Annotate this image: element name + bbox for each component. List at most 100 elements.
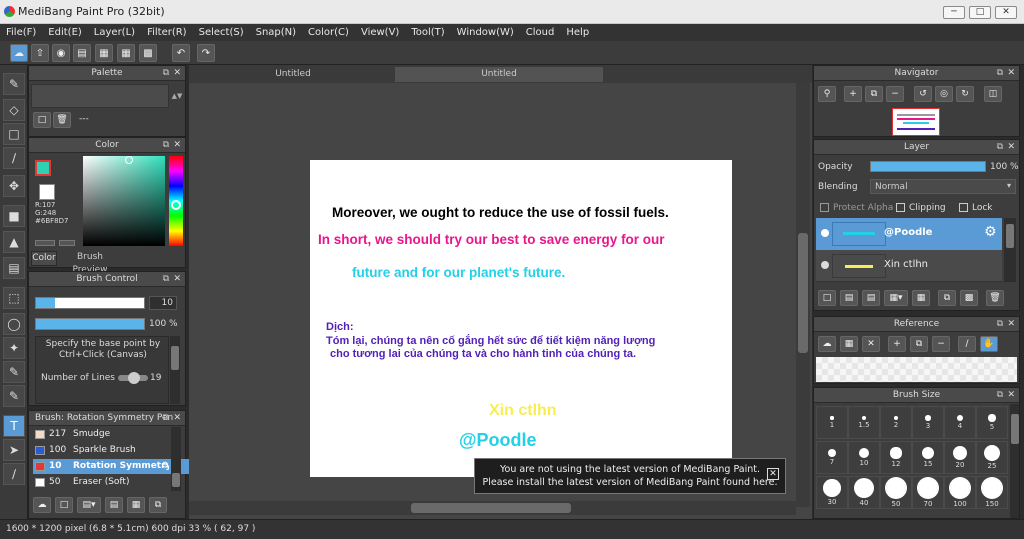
magic-wand-tool-icon[interactable]: ✦ [3, 337, 25, 359]
tab-color[interactable]: Color [31, 251, 57, 266]
navigator-preview[interactable] [892, 108, 940, 136]
reference-eyedropper-icon[interactable]: ∕ [958, 336, 976, 352]
brush-duplicate-icon[interactable]: ⧉ [149, 497, 167, 513]
layer-folder-icon[interactable]: ▦ [912, 290, 930, 306]
gradient-tool-icon[interactable]: ▤ [3, 257, 25, 279]
rotate-right-icon[interactable]: ↻ [956, 86, 974, 102]
comic-frame-icon[interactable]: ▦ [117, 44, 135, 62]
close-window-button[interactable]: ✕ [995, 6, 1017, 19]
brush-size-option[interactable]: 50 [880, 476, 912, 509]
maximize-button[interactable]: □ [969, 6, 991, 19]
menu-file[interactable]: File(F) [6, 27, 36, 38]
brush-size-slider[interactable] [35, 297, 145, 309]
brush-size-scrollbar[interactable] [1010, 404, 1019, 518]
cloud-save-icon[interactable]: ☁ [10, 44, 28, 62]
lasso-tool-icon[interactable]: ◯ [3, 313, 25, 335]
clipping-checkbox[interactable] [896, 203, 905, 212]
speech-bubble-icon[interactable]: ◉ [52, 44, 70, 62]
close-icon[interactable]: ✕ [173, 138, 181, 153]
brush-size-option[interactable]: 70 [912, 476, 944, 509]
rotate-reset-icon[interactable]: ◎ [935, 86, 953, 102]
reference-cloud-icon[interactable]: ☁ [818, 336, 836, 352]
delete-palette-icon[interactable]: 🗑 [53, 112, 71, 128]
close-icon[interactable]: ✕ [1007, 66, 1015, 81]
popout-icon[interactable]: ⧉ [997, 388, 1003, 403]
text-tool-icon[interactable]: T [3, 415, 25, 437]
tab-brush-preview[interactable]: Brush Preview [59, 251, 121, 275]
horizontal-scrollbar[interactable] [189, 501, 796, 515]
brush-size-option[interactable]: 7 [816, 441, 848, 474]
brush-folder-icon[interactable]: ▦ [127, 497, 145, 513]
redo-icon[interactable]: ↷ [197, 44, 215, 62]
brush-size-option[interactable]: 5 [976, 406, 1008, 439]
menu-filter[interactable]: Filter(R) [147, 27, 187, 38]
menu-select[interactable]: Select(S) [199, 27, 244, 38]
color-mode-button[interactable] [35, 240, 55, 246]
delete-layer-icon[interactable]: 🗑 [986, 290, 1004, 306]
popout-icon[interactable]: ⧉ [997, 66, 1003, 81]
hue-slider[interactable] [169, 156, 183, 246]
menu-cloud[interactable]: Cloud [526, 27, 555, 38]
brush-copy-icon[interactable]: ▤ [105, 497, 123, 513]
zoom-out-icon[interactable]: − [886, 86, 904, 102]
tab-untitled-1[interactable]: Untitled [193, 67, 393, 82]
brush-list-scrollbar[interactable] [171, 427, 181, 491]
saturation-value-picker[interactable] [83, 156, 165, 246]
brush-opacity-slider[interactable] [35, 318, 145, 330]
tab-untitled-2[interactable]: Untitled [395, 67, 603, 82]
brush-size-option[interactable]: 3 [912, 406, 944, 439]
menu-window[interactable]: Window(W) [457, 27, 514, 38]
select-eraser-tool-icon[interactable]: ✎ [3, 385, 25, 407]
new-1bit-layer-icon[interactable]: ▤ [862, 290, 880, 306]
close-icon[interactable]: ✕ [1007, 317, 1015, 332]
document-canvas[interactable]: Moreover, we ought to reduce the use of … [310, 160, 732, 477]
menu-layer[interactable]: Layer(L) [94, 27, 135, 38]
brush-dropdown-icon[interactable]: ▤▾ [77, 497, 101, 513]
flip-icon[interactable]: ◫ [984, 86, 1002, 102]
brush-size-value[interactable]: 10 [149, 296, 177, 310]
brush-size-option[interactable]: 2 [880, 406, 912, 439]
layer-row-selected[interactable]: @Poodle ⚙ [816, 218, 1002, 250]
palette-scroll-arrows[interactable]: ▲▼ [171, 84, 183, 108]
primary-color-swatch[interactable] [35, 160, 51, 176]
brush-settings-icon[interactable]: ⚙ [161, 459, 169, 474]
popout-icon[interactable]: ⧉ [997, 317, 1003, 332]
popout-icon[interactable]: ⧉ [163, 138, 169, 153]
brush-size-option[interactable]: 12 [880, 441, 912, 474]
frame-settings-icon[interactable]: ▩ [139, 44, 157, 62]
reference-close-icon[interactable]: ✕ [862, 336, 880, 352]
brush-size-option[interactable]: 1 [816, 406, 848, 439]
update-notice[interactable]: You are not using the latest version of … [474, 458, 786, 494]
close-icon[interactable]: ✕ [173, 66, 181, 81]
brush-size-option[interactable]: 10 [848, 441, 880, 474]
minimize-button[interactable]: ─ [943, 6, 965, 19]
blending-select[interactable]: Normal ▾ [870, 179, 1016, 194]
close-icon[interactable]: ✕ [1007, 140, 1015, 155]
vertical-scrollbar[interactable] [796, 83, 810, 507]
palette-swatch-area[interactable] [31, 84, 169, 108]
reference-zoom-out-icon[interactable]: − [932, 336, 950, 352]
new-halftone-layer-icon[interactable]: ▤ [840, 290, 858, 306]
reference-hand-icon[interactable]: ✋ [980, 336, 998, 352]
rotate-left-icon[interactable]: ↺ [914, 86, 932, 102]
move-tool-icon[interactable]: ✥ [3, 175, 25, 197]
add-brush-icon[interactable]: ☁ [33, 497, 51, 513]
notice-close-icon[interactable]: ✕ [767, 468, 779, 480]
panel-layout-icon[interactable]: ▦ [95, 44, 113, 62]
brush-options-scrollbar[interactable] [170, 336, 180, 404]
share-icon[interactable]: ⇧ [31, 44, 49, 62]
reference-zoom-in-icon[interactable]: + [888, 336, 906, 352]
operation-tool-icon[interactable]: ➤ [3, 439, 25, 461]
select-rect-tool-icon[interactable]: ⬚ [3, 287, 25, 309]
hue-cursor[interactable] [171, 200, 181, 210]
merge-layer-icon[interactable]: ▩ [960, 290, 978, 306]
brush-size-option[interactable]: 25 [976, 441, 1008, 474]
zoom-actual-icon[interactable]: ⧉ [865, 86, 883, 102]
brush-size-option[interactable]: 30 [816, 476, 848, 509]
layer-opacity-slider[interactable] [870, 161, 986, 172]
layer-visibility-icon[interactable] [821, 229, 829, 237]
color-mode-button-2[interactable] [59, 240, 75, 246]
zoom-fit-icon[interactable]: ⚲ [818, 86, 836, 102]
undo-icon[interactable]: ↶ [172, 44, 190, 62]
brush-size-option[interactable]: 150 [976, 476, 1008, 509]
